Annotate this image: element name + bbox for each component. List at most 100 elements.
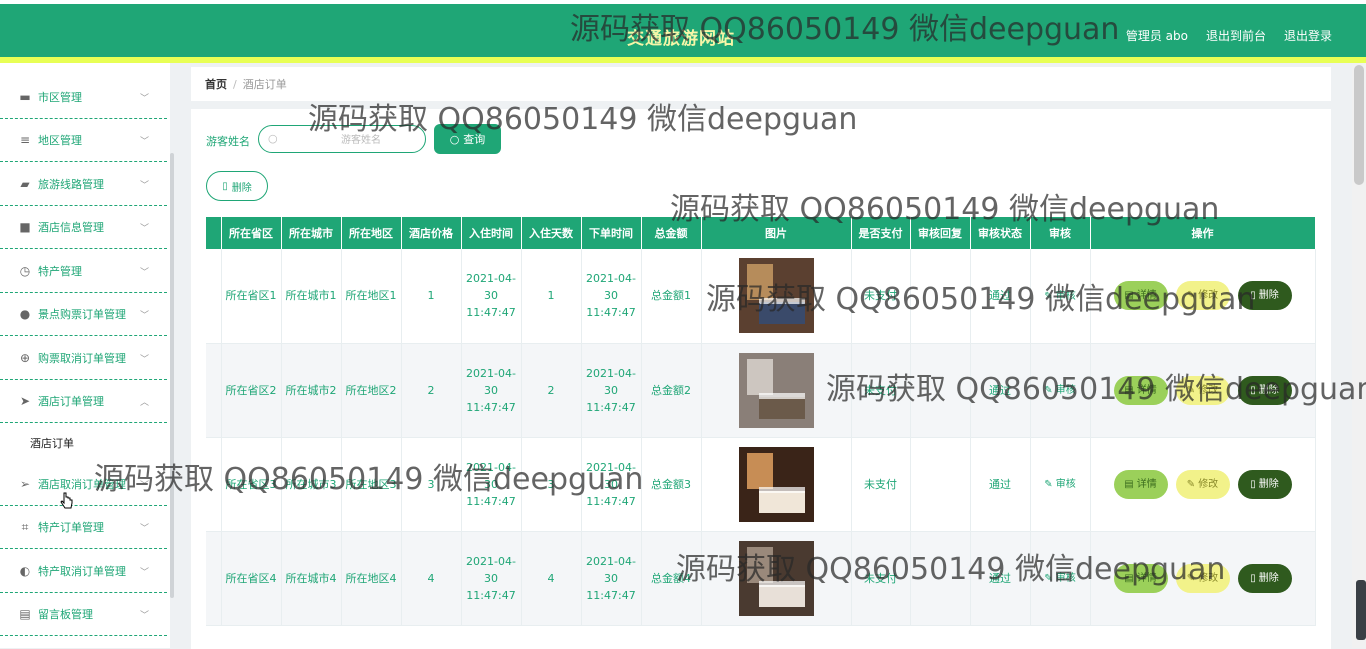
cell-district: 所在地区3	[341, 437, 402, 532]
column-header[interactable]: 所在地区	[341, 217, 402, 249]
search-icon: ○	[449, 132, 460, 146]
hotel-room-image[interactable]	[738, 352, 814, 428]
cell-reply	[910, 249, 971, 344]
cell-city: 所在城市1	[281, 249, 342, 344]
document-icon: ▤	[1124, 478, 1134, 490]
search-input[interactable]	[299, 130, 423, 150]
breadcrumb: 首页 / 酒店订单	[191, 67, 1331, 101]
logout-link[interactable]: 退出登录	[1284, 27, 1332, 44]
hotel-room-image[interactable]	[738, 446, 814, 522]
chevron-down-icon: ﹀	[139, 480, 149, 491]
detail-button[interactable]: ▤ 详情	[1113, 563, 1168, 593]
navigation-icon: ➢	[19, 477, 31, 491]
audit-link[interactable]: ✎ 审核	[1044, 291, 1076, 302]
column-header[interactable]: 审核状态	[970, 217, 1031, 249]
sidebar-item-label: 酒店取消订单管理	[38, 478, 126, 491]
column-header[interactable]: 下单时间	[581, 217, 642, 249]
edit-button[interactable]: ✎ 修改	[1175, 563, 1230, 593]
audit-link[interactable]: ✎ 审核	[1044, 479, 1076, 490]
admin-user-link[interactable]: 管理员 abo	[1126, 27, 1188, 44]
sidebar-scrollbar[interactable]	[170, 153, 174, 598]
delete-button[interactable]: ▯ 删除	[1237, 469, 1292, 499]
sidebar-item-12[interactable]: ▤ 留言板管理 ﹀	[0, 593, 167, 636]
chevron-down-icon: ﹀	[139, 136, 149, 147]
cell-audit: ✎ 审核	[1030, 249, 1091, 344]
column-header[interactable]: 酒店价格	[401, 217, 462, 249]
table-row: 所在省区3 所在城市3 所在地区3 3 2021-04-30 11:47:47 3 2021…	[206, 437, 1316, 532]
hotel-room-image[interactable]	[738, 540, 814, 616]
search-field[interactable]: ○	[258, 125, 426, 153]
sidebar-item-9[interactable]: ➢ 酒店取消订单管理 ﹀	[0, 463, 167, 506]
sidebar-item-10[interactable]: ⌗ 特产订单管理 ﹀	[0, 506, 167, 549]
row-select-cell[interactable]	[206, 343, 222, 438]
cell-image	[701, 437, 852, 532]
sidebar-item-5[interactable]: ◷ 特产管理 ﹀	[0, 250, 167, 293]
sidebar-item-1[interactable]: ▬ 市区管理 ﹀	[0, 76, 167, 119]
trash-icon: ▯	[222, 180, 228, 192]
crop-icon: ⌗	[21, 519, 29, 534]
detail-button[interactable]: ▤ 详情	[1113, 375, 1168, 405]
delete-button-label: 删除	[1258, 384, 1279, 396]
sidebar-item-7[interactable]: ⊕ 购票取消订单管理 ﹀	[0, 337, 167, 380]
sidebar-item-label: 景点购票订单管理	[38, 308, 126, 321]
site-title: 交通旅游网站	[627, 29, 735, 49]
row-select-cell[interactable]	[206, 531, 222, 626]
table-row: 所在省区2 所在城市2 所在地区2 2 2021-04-30 11:47:47 2 2021…	[206, 343, 1316, 438]
edit-button[interactable]: ✎ 修改	[1175, 375, 1230, 405]
batch-delete-button[interactable]: ▯ 删除	[206, 171, 268, 201]
page-scrollbar[interactable]	[1352, 63, 1366, 648]
sidebar-item-3[interactable]: ▰ 旅游线路管理 ﹀	[0, 163, 167, 206]
back-to-frontend-link[interactable]: 退出到前台	[1206, 27, 1266, 44]
chevron-down-icon: ﹀	[139, 180, 149, 191]
cell-checkin: 2021-04-30 11:47:47	[461, 531, 522, 626]
audit-link[interactable]: ✎ 审核	[1044, 385, 1076, 396]
cell-paid: 未支付	[851, 531, 911, 626]
audit-link[interactable]: ✎ 审核	[1044, 573, 1076, 584]
delete-button[interactable]: ▯ 删除	[1237, 281, 1292, 311]
sidebar-item-label: 地区管理	[38, 134, 82, 147]
trash-icon: ▯	[1250, 384, 1256, 396]
column-header[interactable]: 入住天数	[521, 217, 582, 249]
column-header[interactable]: 所在城市	[281, 217, 342, 249]
detail-button-label: 详情	[1136, 384, 1157, 396]
delete-button[interactable]: ▯ 删除	[1237, 375, 1292, 405]
cell-image	[701, 531, 852, 626]
column-header[interactable]: 总金额	[641, 217, 702, 249]
detail-button[interactable]: ▤ 详情	[1113, 469, 1168, 499]
row-select-cell[interactable]	[206, 249, 222, 344]
detail-button[interactable]: ▤ 详情	[1113, 281, 1168, 311]
edit-button[interactable]: ✎ 修改	[1175, 469, 1230, 499]
sidebar-item-4[interactable]: ■ 酒店信息管理 ﹀	[0, 206, 167, 249]
edit-button[interactable]: ✎ 修改	[1175, 281, 1230, 311]
chevron-down-icon: ﹀	[139, 93, 149, 104]
column-header[interactable]: 审核回复	[910, 217, 971, 249]
chevron-down-icon: ﹀	[139, 567, 149, 578]
cell-paid: 未支付	[851, 343, 911, 438]
cell-paid: 未支付	[851, 437, 911, 532]
cell-city: 所在城市4	[281, 531, 342, 626]
trash-icon: ▯	[1250, 290, 1256, 302]
sidebar-item-2[interactable]: ≡ 地区管理 ﹀	[0, 119, 167, 162]
column-header[interactable]: 所在省区	[221, 217, 282, 249]
crosshair-icon: ⊕	[19, 351, 31, 365]
page-scrollbar-thumb[interactable]	[1354, 65, 1364, 185]
sidebar-item-8[interactable]: ➤ 酒店订单管理 ︿	[0, 380, 167, 423]
sidebar-subitem-hotel-orders[interactable]: 酒店订单	[0, 426, 167, 460]
cell-status: 通过	[970, 437, 1031, 532]
floating-widget[interactable]	[1356, 580, 1366, 640]
sidebar-item-6[interactable]: ● 景点购票订单管理 ﹀	[0, 293, 167, 336]
row-select-cell[interactable]	[206, 437, 222, 532]
cell-price: 1	[401, 249, 462, 344]
query-button[interactable]: ○ 查询	[434, 124, 501, 154]
cell-audit: ✎ 审核	[1030, 437, 1091, 532]
cell-days: 4	[521, 531, 582, 626]
send-icon: ➤	[19, 394, 31, 408]
column-header[interactable]: 入住时间	[461, 217, 522, 249]
cell-days: 1	[521, 249, 582, 344]
delete-button[interactable]: ▯ 删除	[1237, 563, 1292, 593]
column-header[interactable]: 是否支付	[851, 217, 911, 249]
sidebar-item-11[interactable]: ◐ 特产取消订单管理 ﹀	[0, 550, 167, 593]
breadcrumb-home[interactable]: 首页	[205, 76, 227, 92]
batch-delete-label: 删除	[231, 182, 252, 194]
hotel-room-image[interactable]	[738, 258, 814, 334]
